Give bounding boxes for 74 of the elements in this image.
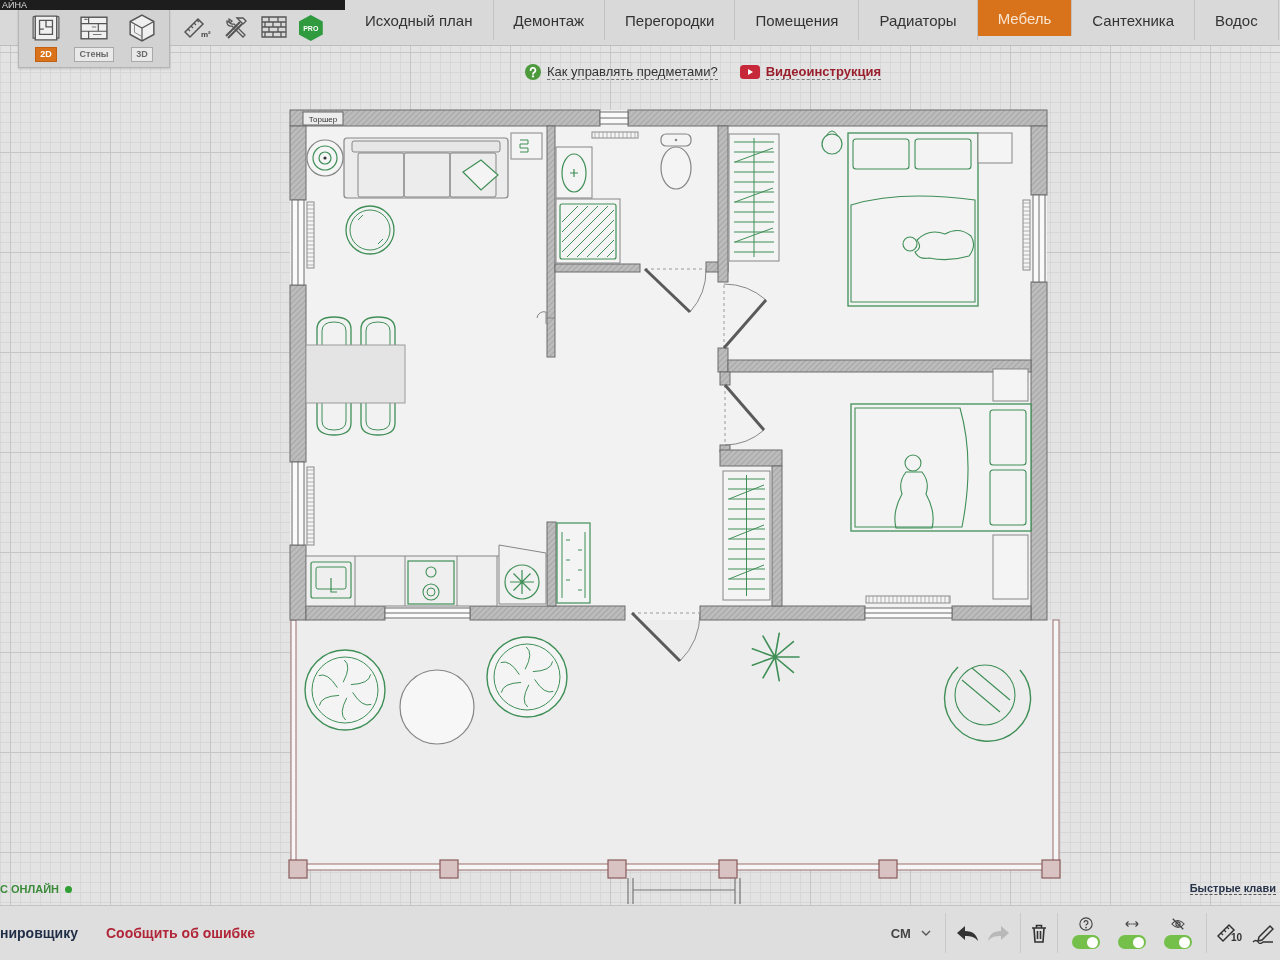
units-dropdown[interactable]: СМ (886, 925, 935, 941)
contact-link[interactable]: нировщику (0, 925, 78, 941)
shower-tray (555, 198, 621, 264)
status-text: С ОНЛАЙН (0, 883, 59, 895)
floor-lamp (306, 139, 344, 177)
door (630, 611, 701, 663)
question-icon (1078, 917, 1093, 931)
radiator (1022, 199, 1031, 271)
undo-arrow-icon (955, 925, 978, 941)
report-error-link[interactable]: Сообщить об ошибке (106, 925, 255, 941)
view-mode-button[interactable]: 3D (121, 14, 163, 67)
redo-arrow-icon (987, 925, 1010, 941)
chair (316, 316, 352, 346)
area-tool-button[interactable]: m² (184, 17, 211, 39)
trash-icon (1030, 923, 1047, 943)
cabinet (510, 132, 543, 160)
terrace-post (1041, 859, 1061, 879)
lamp (821, 130, 843, 155)
nightstand (992, 368, 1029, 402)
chevron-down-icon (920, 930, 931, 936)
terrace-post (718, 859, 738, 879)
tab[interactable]: Радиаторы (859, 0, 978, 40)
door (722, 283, 768, 349)
furniture-label: Торшер (302, 111, 344, 126)
tab[interactable]: Исходный план (345, 0, 494, 40)
tab[interactable]: Демонтаж (493, 0, 606, 40)
draw-button[interactable] (1252, 922, 1274, 944)
toggle-switch[interactable] (1071, 935, 1100, 949)
tab[interactable]: Водос (1195, 0, 1279, 40)
tab[interactable]: Помещения (735, 0, 860, 40)
question-icon (525, 64, 541, 80)
brick-wall-icon (260, 16, 287, 40)
tab[interactable]: Перегородки (605, 0, 736, 40)
undo-button[interactable] (955, 925, 978, 941)
radiator (306, 201, 315, 269)
nightstand (977, 132, 1013, 164)
bricks-button[interactable] (260, 16, 287, 40)
toggle-switch[interactable] (1117, 935, 1146, 949)
terrace-post (878, 859, 898, 879)
toggle-switch[interactable] (1163, 935, 1192, 949)
kitchen-sink (310, 561, 352, 599)
pencil-icon (1252, 922, 1274, 944)
door (643, 267, 707, 314)
terrace-post (607, 859, 627, 879)
freezer (498, 544, 547, 605)
toilet (660, 133, 692, 190)
coffee-table (345, 205, 395, 255)
floor-plan-icon (31, 14, 61, 42)
window (599, 111, 629, 125)
shortcuts-link[interactable]: Быстрые клави (1189, 882, 1276, 895)
door (723, 384, 766, 446)
terrace-post (439, 859, 459, 879)
view-mode-button[interactable]: Стены (73, 14, 115, 67)
tab[interactable]: Сантехника (1072, 0, 1196, 40)
stove (407, 560, 455, 605)
potted-plant (751, 632, 800, 682)
chair (316, 402, 352, 436)
terrace-post (288, 859, 308, 879)
video-play-icon (739, 65, 760, 79)
delete-button[interactable] (1030, 923, 1047, 943)
bathroom-sink (555, 146, 593, 199)
nightstand (992, 534, 1029, 600)
status-dot-icon (65, 885, 72, 893)
video-link[interactable]: Видеоинструкция (739, 64, 881, 80)
chair (360, 316, 396, 346)
chair (360, 402, 396, 436)
wall-lamp (536, 311, 556, 325)
scale-button[interactable]: 10 (1216, 923, 1242, 943)
radiator (591, 131, 639, 139)
title-text: АЙНА (2, 0, 27, 10)
help-link[interactable]: Как управлять предметами? (525, 64, 718, 80)
eye-slash-icon (1170, 917, 1185, 931)
wall-panels-icon (79, 14, 109, 42)
cube-icon (127, 14, 157, 42)
